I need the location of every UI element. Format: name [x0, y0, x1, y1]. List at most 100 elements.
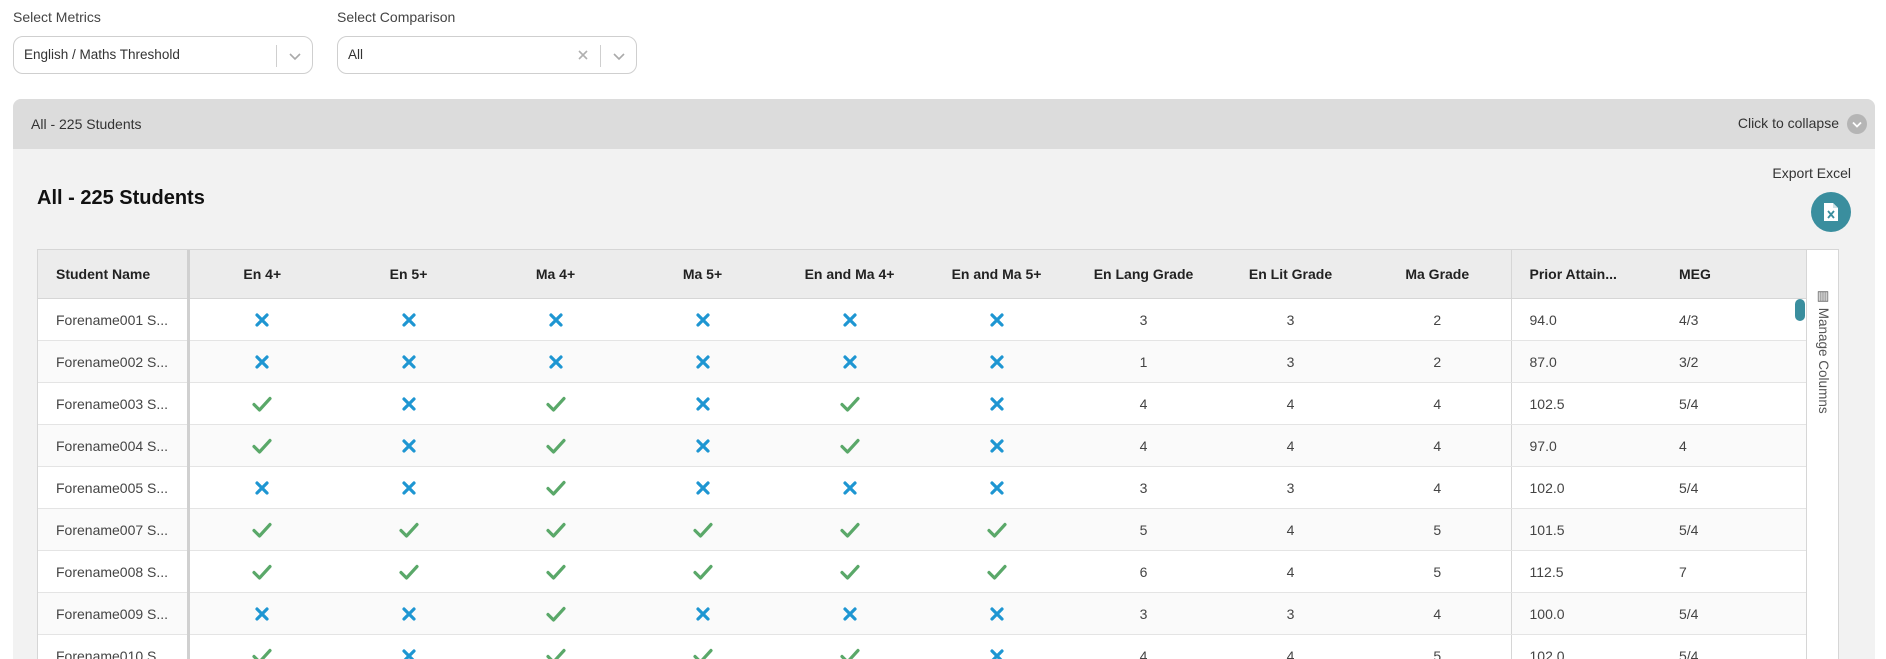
table-row[interactable]: Forename007 S...545101.55/4: [38, 509, 1807, 551]
prior-attainment-cell: 102.5: [1511, 383, 1661, 425]
prior-attainment-cell: 87.0: [1511, 341, 1661, 383]
en-lang-grade-cell: 3: [1070, 467, 1217, 509]
en-lit-grade-cell: 3: [1217, 299, 1364, 341]
metrics-select[interactable]: English / Maths Threshold: [13, 36, 313, 74]
column-header-student-name[interactable]: Student Name: [38, 250, 188, 299]
column-header-ma-5[interactable]: Ma 5+: [629, 250, 776, 299]
select-comparison-label: Select Comparison: [337, 9, 455, 25]
cross-icon: [923, 467, 1070, 509]
ma-grade-cell: 5: [1364, 551, 1511, 593]
table-row[interactable]: Forename002 S...13287.03/2: [38, 341, 1807, 383]
table-header-row: Student Name En 4+ En 5+ Ma 4+ Ma 5+ En …: [38, 250, 1807, 299]
manage-columns-tab[interactable]: ▥ Manage Columns: [1807, 249, 1839, 659]
cross-icon: [923, 635, 1070, 659]
column-header-ma-grade[interactable]: Ma Grade: [1364, 250, 1511, 299]
check-icon: [482, 593, 629, 635]
ma-grade-cell: 5: [1364, 635, 1511, 659]
chevron-down-icon[interactable]: [286, 47, 304, 65]
student-name-cell[interactable]: Forename007 S...: [38, 509, 188, 551]
table-row[interactable]: Forename003 S...444102.55/4: [38, 383, 1807, 425]
cross-icon: [335, 635, 482, 659]
student-name-cell[interactable]: Forename002 S...: [38, 341, 188, 383]
check-icon: [188, 635, 335, 659]
meg-cell: 5/4: [1661, 383, 1807, 425]
students-panel: All - 225 Students Click to collapse All…: [13, 99, 1875, 659]
prior-attainment-cell: 102.0: [1511, 467, 1661, 509]
column-header-en-ma-5[interactable]: En and Ma 5+: [923, 250, 1070, 299]
cross-icon: [776, 467, 923, 509]
cross-icon: [482, 341, 629, 383]
table-row[interactable]: Forename004 S...44497.04: [38, 425, 1807, 467]
comparison-select-divider: [600, 45, 601, 67]
comparison-select-value: All: [348, 47, 363, 62]
student-name-cell[interactable]: Forename008 S...: [38, 551, 188, 593]
column-header-en-lit-grade[interactable]: En Lit Grade: [1217, 250, 1364, 299]
cross-icon: [335, 341, 482, 383]
column-header-en-5[interactable]: En 5+: [335, 250, 482, 299]
columns-icon: ▥: [1816, 288, 1831, 308]
column-header-prior-attainment[interactable]: Prior Attain...: [1511, 250, 1661, 299]
clear-icon[interactable]: [574, 46, 592, 64]
panel-header[interactable]: All - 225 Students Click to collapse: [13, 99, 1875, 149]
en-lit-grade-cell: 4: [1217, 635, 1364, 659]
en-lit-grade-cell: 3: [1217, 467, 1364, 509]
column-header-meg[interactable]: MEG: [1661, 250, 1807, 299]
table-row[interactable]: Forename008 S...645112.57: [38, 551, 1807, 593]
chevron-down-icon[interactable]: [610, 47, 628, 65]
table-row[interactable]: Forename001 S...33294.04/3: [38, 299, 1807, 341]
column-header-en-4[interactable]: En 4+: [188, 250, 335, 299]
cross-icon: [188, 299, 335, 341]
check-icon: [482, 383, 629, 425]
comparison-select[interactable]: All: [337, 36, 637, 74]
en-lit-grade-cell: 3: [1217, 593, 1364, 635]
prior-attainment-cell: 97.0: [1511, 425, 1661, 467]
manage-columns-label[interactable]: ▥ Manage Columns: [1815, 288, 1831, 414]
column-header-en-ma-4[interactable]: En and Ma 4+: [776, 250, 923, 299]
table-row[interactable]: Forename005 S...334102.05/4: [38, 467, 1807, 509]
meg-cell: 4: [1661, 425, 1807, 467]
table-row[interactable]: Forename009 S...334100.05/4: [38, 593, 1807, 635]
check-icon: [629, 635, 776, 659]
en-lit-grade-cell: 3: [1217, 341, 1364, 383]
cross-icon: [923, 425, 1070, 467]
check-icon: [629, 551, 776, 593]
check-icon: [776, 635, 923, 659]
table-row[interactable]: Forename010 S...445102.05/4: [38, 635, 1807, 659]
student-name-cell[interactable]: Forename003 S...: [38, 383, 188, 425]
table-scrollbar[interactable]: [1795, 299, 1805, 321]
student-name-cell[interactable]: Forename004 S...: [38, 425, 188, 467]
meg-cell: 5/4: [1661, 635, 1807, 659]
meg-cell: 5/4: [1661, 593, 1807, 635]
chevron-down-icon[interactable]: [1847, 114, 1867, 134]
cross-icon: [188, 593, 335, 635]
student-name-cell[interactable]: Forename010 S...: [38, 635, 188, 659]
student-name-cell[interactable]: Forename005 S...: [38, 467, 188, 509]
check-icon: [776, 383, 923, 425]
select-metrics-label: Select Metrics: [13, 9, 101, 25]
en-lang-grade-cell: 4: [1070, 425, 1217, 467]
collapse-label[interactable]: Click to collapse: [1738, 115, 1839, 131]
en-lit-grade-cell: 4: [1217, 425, 1364, 467]
cross-icon: [188, 341, 335, 383]
prior-attainment-cell: 101.5: [1511, 509, 1661, 551]
student-name-cell[interactable]: Forename001 S...: [38, 299, 188, 341]
cross-icon: [335, 467, 482, 509]
en-lang-grade-cell: 4: [1070, 635, 1217, 659]
column-header-en-lang-grade[interactable]: En Lang Grade: [1070, 250, 1217, 299]
prior-attainment-cell: 112.5: [1511, 551, 1661, 593]
check-icon: [923, 551, 1070, 593]
cross-icon: [776, 341, 923, 383]
export-excel-button[interactable]: [1811, 192, 1851, 232]
check-icon: [629, 509, 776, 551]
check-icon: [923, 509, 1070, 551]
panel-header-title: All - 225 Students: [31, 116, 142, 132]
cross-icon: [335, 383, 482, 425]
column-header-ma-4[interactable]: Ma 4+: [482, 250, 629, 299]
check-icon: [188, 509, 335, 551]
student-name-cell[interactable]: Forename009 S...: [38, 593, 188, 635]
section-title: All - 225 Students: [37, 187, 205, 210]
cross-icon: [629, 467, 776, 509]
cross-icon: [923, 341, 1070, 383]
check-icon: [776, 509, 923, 551]
prior-attainment-cell: 102.0: [1511, 635, 1661, 659]
